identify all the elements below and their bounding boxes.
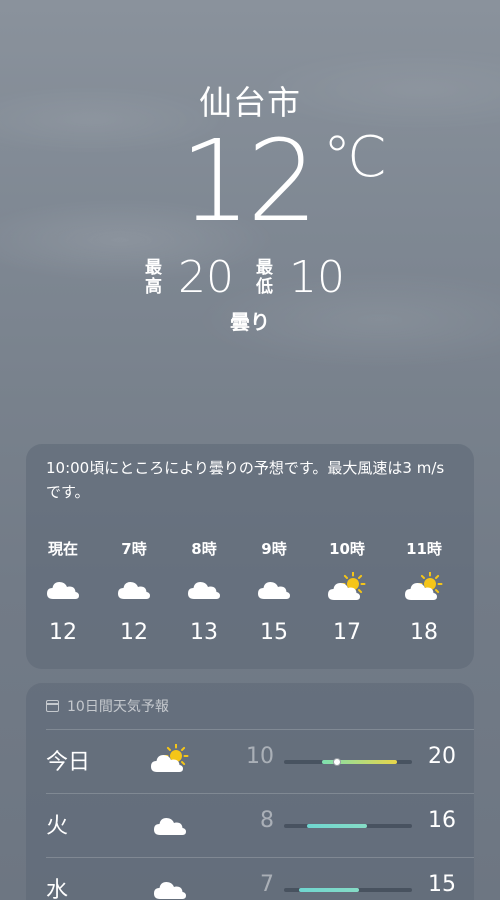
hour-label: 11時 — [406, 540, 442, 558]
hour-temperature: 13 — [190, 620, 218, 645]
hour-temperature: 17 — [333, 620, 361, 645]
low-temperature: 10 — [289, 252, 345, 303]
temperature-range-bar — [284, 824, 412, 828]
cloud-icon — [148, 868, 192, 900]
current-temperature-marker — [332, 758, 341, 766]
partly-sunny-icon — [312, 568, 382, 608]
hour-label: 10時 — [329, 540, 365, 558]
day-low-temperature: 7 — [260, 872, 274, 897]
hour-item: 8時 13 — [169, 538, 239, 645]
high-temperature: 20 — [178, 252, 234, 303]
hour-temperature: 18 — [410, 620, 438, 645]
cloud-icon — [28, 568, 98, 608]
low-label: 最 低 — [256, 257, 273, 297]
ten-day-forecast-title: 10日間天気予報 — [67, 699, 169, 715]
partly-sunny-icon — [389, 568, 459, 608]
ten-day-forecast-card[interactable]: 10日間天気予報 今日 10 20 火 8 16 水 7 15 — [26, 683, 474, 900]
day-low-temperature: 8 — [260, 808, 274, 833]
hour-temperature: 12 — [49, 620, 77, 645]
high-label: 最 高 — [145, 257, 162, 297]
hour-label: 8時 — [191, 540, 217, 558]
weather-condition: 曇り — [230, 310, 270, 334]
temperature-range-fill — [299, 888, 360, 892]
ten-day-forecast-header: 10日間天気予報 — [46, 695, 169, 717]
hourly-forecast-card[interactable]: 10:00頃にところにより曇りの予想です。最大風速は3 m/s です。 現在 12… — [26, 444, 474, 669]
temperature-unit: °C — [323, 125, 386, 190]
cloud-icon — [148, 804, 192, 844]
day-high-temperature: 15 — [428, 872, 456, 897]
hour-label: 7時 — [121, 540, 147, 558]
day-name: 火 — [46, 814, 69, 839]
day-high-temperature: 20 — [428, 744, 456, 769]
day-name: 水 — [46, 878, 69, 900]
cloud-icon — [99, 568, 169, 608]
hour-item: 10時 17 — [312, 538, 382, 645]
current-temperature: 12 °C — [180, 122, 387, 242]
hour-temperature: 15 — [260, 620, 288, 645]
forecast-summary: 10:00頃にところにより曇りの予想です。最大風速は3 m/s です。 — [46, 459, 445, 501]
day-row[interactable]: 今日 10 20 — [26, 730, 474, 792]
hourly-forecast-list[interactable]: 現在 12 7時 12 8時 13 9時 15 10時 17 11時 18 — [26, 538, 474, 658]
day-row[interactable]: 火 8 16 — [26, 794, 474, 856]
hour-item: 9時 15 — [239, 538, 309, 645]
hour-label: 現在 — [47, 540, 78, 558]
high-low-temperatures: 最 高 20 最 低 10 — [0, 252, 500, 303]
temperature-range-fill — [306, 824, 367, 828]
cloud-icon — [239, 568, 309, 608]
partly-sunny-icon — [148, 740, 192, 780]
hour-item: 11時 18 — [389, 538, 459, 645]
hour-temperature: 12 — [120, 620, 148, 645]
day-low-temperature: 10 — [246, 744, 274, 769]
hour-item: 現在 12 — [28, 538, 98, 645]
temperature-display: 12 °C — [0, 122, 500, 242]
hour-item: 7時 12 — [99, 538, 169, 645]
day-name: 今日 — [46, 750, 91, 775]
temperature-range-bar — [284, 758, 412, 766]
day-row[interactable]: 水 7 15 — [26, 858, 474, 900]
cloud-icon — [169, 568, 239, 608]
temperature-value: 12 — [179, 117, 319, 247]
day-high-temperature: 16 — [428, 808, 456, 833]
calendar-icon — [46, 700, 59, 712]
temperature-range-bar — [284, 888, 412, 892]
hour-label: 9時 — [261, 540, 287, 558]
